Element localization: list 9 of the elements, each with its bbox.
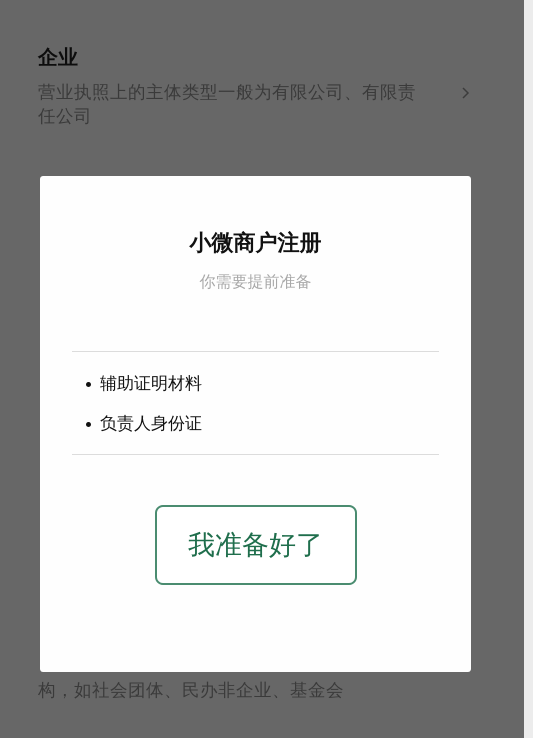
item-title: 企业 [38, 44, 79, 71]
dialog-subtitle: 你需要提前准备 [200, 272, 312, 293]
requirement-text: 负责人身份证 [100, 413, 202, 436]
bullet-icon [86, 382, 91, 386]
dialog-title: 小微商户注册 [190, 230, 322, 258]
requirement-text: 辅助证明材料 [100, 373, 202, 396]
bullet-icon [86, 422, 91, 426]
chevron-icon [462, 87, 470, 99]
confirm-button[interactable]: 我准备好了 [154, 505, 356, 585]
